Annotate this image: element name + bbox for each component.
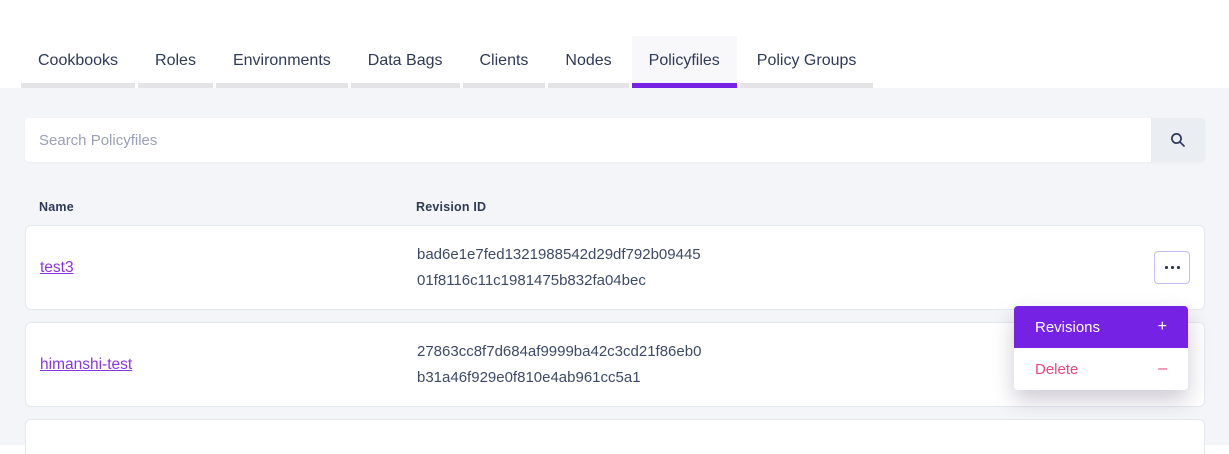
tab-bar-container: Cookbooks Roles Environments Data Bags C… [0,0,1229,88]
tab-clients[interactable]: Clients [463,36,546,88]
ellipsis-icon [1165,266,1180,269]
revision-id-cell: bad6e1e7fed1321988542d29df792b09445 01f8… [417,242,1130,294]
policyfile-link-test3[interactable]: test3 [40,259,74,277]
table-row: test3 bad6e1e7fed1321988542d29df792b0944… [25,225,1205,310]
minus-icon: – [1158,360,1167,378]
table-header: Name Revision ID [25,200,1205,214]
column-header-actions [1131,200,1191,214]
table-row [25,419,1205,454]
tab-roles[interactable]: Roles [138,36,213,88]
plus-icon: + [1158,318,1167,336]
menu-item-delete[interactable]: Delete – [1014,348,1188,390]
tab-policy-groups[interactable]: Policy Groups [740,36,874,88]
row-actions-menu: Revisions + Delete – [1014,306,1188,390]
search-input[interactable] [25,118,1151,162]
revision-id-line2: 01f8116c11c1981475b832fa04bec [417,268,1130,294]
search-bar [25,118,1205,162]
menu-item-label: Delete [1035,361,1078,378]
column-header-revision-id: Revision ID [416,200,1131,214]
column-header-name: Name [39,200,416,214]
tab-data-bags[interactable]: Data Bags [351,36,460,88]
tab-policyfiles[interactable]: Policyfiles [632,36,737,88]
tab-bar: Cookbooks Roles Environments Data Bags C… [21,36,1229,88]
menu-item-revisions[interactable]: Revisions + [1014,306,1188,348]
tab-cookbooks[interactable]: Cookbooks [21,36,135,88]
content-area: Name Revision ID test3 bad6e1e7fed132198… [0,88,1229,445]
row-actions-button[interactable] [1154,251,1190,284]
search-button[interactable] [1151,118,1205,162]
revision-id-line1: bad6e1e7fed1321988542d29df792b09445 [417,242,1130,268]
tab-nodes[interactable]: Nodes [548,36,628,88]
tab-environments[interactable]: Environments [216,36,348,88]
search-icon [1170,132,1186,148]
policyfile-link-himanshi-test[interactable]: himanshi-test [40,356,132,374]
menu-item-label: Revisions [1035,319,1100,336]
policyfiles-page: Cookbooks Roles Environments Data Bags C… [0,0,1229,454]
